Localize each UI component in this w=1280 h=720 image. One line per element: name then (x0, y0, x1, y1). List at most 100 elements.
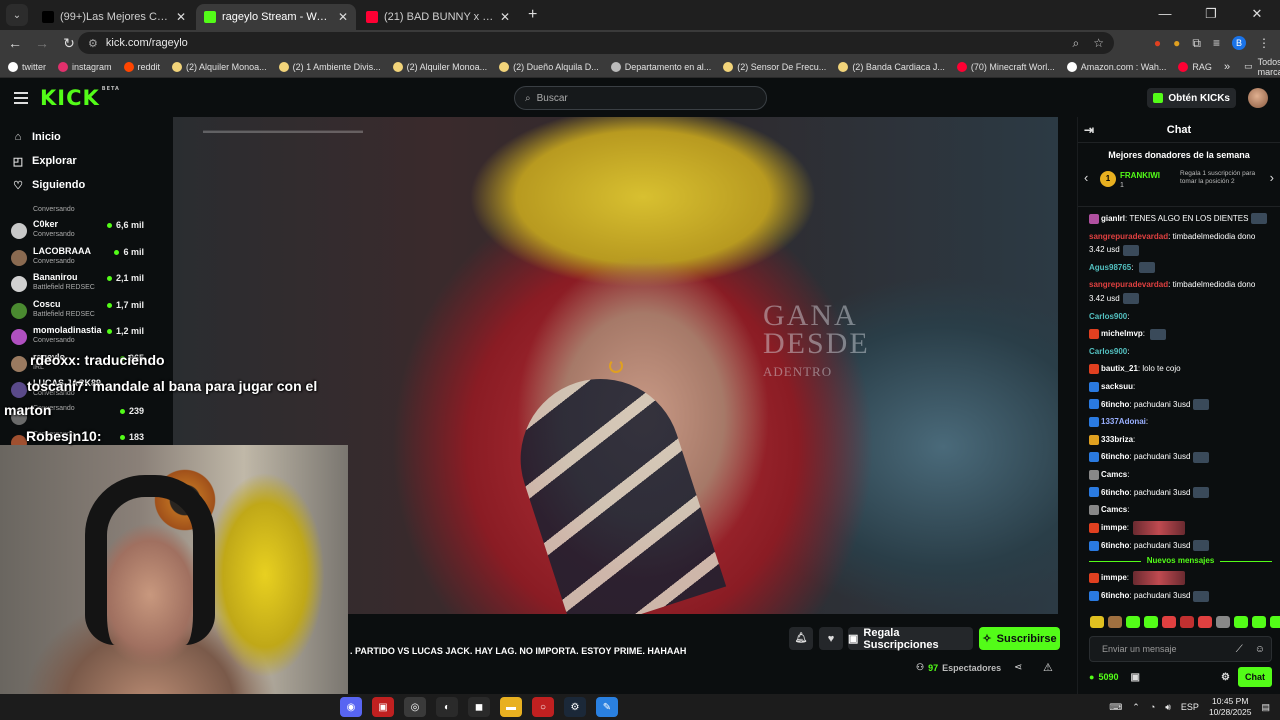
donor-cta[interactable]: Regala 1 suscripción para tomar la posic… (1180, 170, 1260, 186)
browser-tab[interactable]: rageylo Stream - Watch Live ✕ (196, 4, 356, 30)
emote-icon[interactable] (1180, 616, 1194, 628)
url-field[interactable]: ⚙ kick.com/rageylo ⌕ ☆ (78, 32, 1114, 54)
sidebar-item-explorar[interactable]: ◰ Explorar (0, 149, 154, 173)
chat-username[interactable]: Carlos900 (1089, 312, 1127, 321)
chat-username[interactable]: immpe (1101, 573, 1127, 582)
sidebar-item-inicio[interactable]: ⌂ Inicio (0, 125, 154, 149)
emoji-icon[interactable]: ☺ (1255, 644, 1265, 655)
extension-icon[interactable]: ● (1154, 36, 1161, 50)
chat-username[interactable]: 6tincho (1101, 488, 1129, 497)
steam-icon[interactable]: ⚙ (564, 697, 586, 717)
chat-username[interactable]: 333briza (1101, 435, 1133, 444)
clock[interactable]: 10:45 PM 10/28/2025 (1209, 696, 1252, 718)
all-bookmarks-button[interactable]: ▭ Todos los marcadores (1244, 57, 1280, 77)
emote-icon[interactable] (1162, 616, 1176, 628)
emote-icon[interactable] (1252, 616, 1266, 628)
bookmarks-overflow-button[interactable]: » (1224, 61, 1230, 73)
emote-icon[interactable] (1144, 616, 1158, 628)
kick-logo[interactable]: KICK BETA (40, 86, 120, 110)
donor-name[interactable]: FRANKIWI (1120, 171, 1160, 180)
chrome-icon[interactable]: ◎ (404, 697, 426, 717)
bookmark-item[interactable]: (2) Dueño Alquila D... (499, 61, 599, 72)
search-input[interactable]: ⌕ Buscar (514, 86, 767, 110)
kicks-balance[interactable]: 5090 (1089, 672, 1118, 682)
chat-username[interactable]: michelmvp (1101, 329, 1143, 338)
close-tab-icon[interactable]: ✕ (500, 10, 510, 24)
channel-item[interactable]: LACOBRAAA Conversando 6 mil (0, 245, 154, 272)
opera-icon[interactable]: ○ (532, 697, 554, 717)
explorer-icon[interactable]: ▬ (500, 697, 522, 717)
report-icon[interactable]: ⚠ (1043, 661, 1053, 674)
emote-icon[interactable] (1108, 616, 1122, 628)
menu-icon[interactable] (14, 92, 28, 104)
back-button[interactable]: ← (3, 35, 27, 51)
close-tab-icon[interactable]: ✕ (176, 10, 186, 24)
emote-icon[interactable] (1234, 616, 1248, 628)
chat-username[interactable]: immpe (1101, 523, 1127, 532)
bookmark-item[interactable]: Departamento en al... (610, 61, 711, 72)
chat-send-button[interactable]: Chat (1238, 667, 1272, 687)
discord-icon[interactable]: ◉ (340, 697, 362, 717)
emote-icon[interactable] (1216, 616, 1230, 628)
chat-username[interactable]: Camcs (1101, 470, 1127, 479)
chevron-up-icon[interactable]: ⌃ (1132, 702, 1140, 713)
commands-icon[interactable]: ⟋ (1236, 644, 1243, 655)
gift-icon[interactable]: ▣ (1130, 672, 1139, 683)
bookmark-item[interactable]: (2) 1 Ambiente Divis... (278, 61, 381, 72)
chat-username[interactable]: 6tincho (1101, 400, 1129, 409)
bookmark-item[interactable]: reddit (123, 61, 160, 72)
bookmark-item[interactable]: (2) Banda Cardiaca J... (838, 61, 945, 72)
channel-item[interactable]: momoladinastia Conversando 1,2 mil (0, 324, 154, 351)
chevron-left-icon[interactable]: ‹ (1084, 170, 1088, 185)
bookmark-item[interactable]: (2) Alquiler Monoa... (172, 61, 267, 72)
chat-username[interactable]: 1337Adonai (1101, 417, 1146, 426)
chat-username[interactable]: gianlrl (1101, 214, 1125, 223)
close-window-button[interactable]: ✕ (1234, 0, 1280, 30)
extensions-puzzle-icon[interactable]: ⧉ (1192, 36, 1201, 51)
network-icon[interactable]: ◔ (1150, 702, 1155, 712)
chat-username[interactable]: Carlos900 (1089, 347, 1127, 356)
browser-tab[interactable]: (21) BAD BUNNY x JOWELL & R ✕ (358, 4, 518, 30)
channel-item[interactable]: C0ker Conversando 6,6 mil (0, 218, 154, 245)
user-avatar[interactable] (1248, 88, 1268, 108)
chat-username[interactable]: sacksuu (1101, 382, 1133, 391)
restore-button[interactable]: ❐ (1188, 0, 1234, 30)
chat-username[interactable]: 6tincho (1101, 591, 1129, 600)
emote-icon[interactable] (1090, 616, 1104, 628)
bookmark-item[interactable]: instagram (58, 61, 112, 72)
gift-subs-button[interactable]: ▣ Regala Suscripciones (848, 627, 973, 651)
chat-username[interactable]: 6tincho (1101, 452, 1129, 461)
browser-tab[interactable]: (99+)Las Mejores Canciones Rá ✕ (34, 4, 194, 30)
chat-username[interactable]: sangrepuradevardad (1089, 280, 1168, 289)
bookmark-item[interactable]: Amazon.com : Wah... (1066, 61, 1166, 72)
chat-username[interactable]: 6tincho (1101, 541, 1129, 550)
new-tab-button[interactable]: + (528, 6, 537, 24)
paint-icon[interactable]: ✎ (596, 697, 618, 717)
settings-gear-icon[interactable]: ⚙ (1221, 672, 1230, 683)
bookmark-item[interactable]: (2) Alquiler Monoa... (392, 61, 487, 72)
share-icon[interactable]: ⋖ (1014, 662, 1022, 673)
bookmark-star-icon[interactable]: ☆ (1093, 36, 1104, 51)
bookmark-item[interactable]: (2) Sensor De Frecu... (723, 61, 826, 72)
capcut-icon[interactable]: ◼ (468, 697, 490, 717)
media-controls-icon[interactable]: ≡ (1213, 36, 1220, 50)
notifications-button[interactable]: 🔔︎ (789, 627, 813, 650)
bookmark-item[interactable]: twitter (8, 61, 46, 72)
keyboard-icon[interactable]: ⌨ (1109, 702, 1122, 713)
emote-icon[interactable] (1126, 616, 1140, 628)
notifications-icon[interactable]: ▤ (1261, 702, 1270, 713)
minimize-button[interactable]: — (1142, 0, 1188, 30)
volume-icon[interactable]: 🔊︎ (1165, 702, 1171, 713)
close-tab-icon[interactable]: ✕ (338, 10, 348, 24)
bookmark-item[interactable]: RAG (1178, 61, 1212, 72)
get-kicks-button[interactable]: Obtén KICKs (1147, 88, 1236, 108)
chevron-right-icon[interactable]: › (1270, 170, 1274, 185)
chat-username[interactable]: Camcs (1101, 505, 1127, 514)
follow-button[interactable]: ♥ (819, 627, 843, 650)
extension-icon[interactable]: ● (1173, 36, 1180, 50)
app-icon[interactable]: ▣ (372, 697, 394, 717)
sidebar-item-siguiendo[interactable]: ♡ Siguiendo (0, 173, 154, 197)
channel-item[interactable]: Bananirou Battlefield REDSEC 2,1 mil (0, 271, 154, 298)
bookmark-item[interactable]: (70) Minecraft Worl... (956, 61, 1055, 72)
obs-icon[interactable]: ◐ (436, 697, 458, 717)
